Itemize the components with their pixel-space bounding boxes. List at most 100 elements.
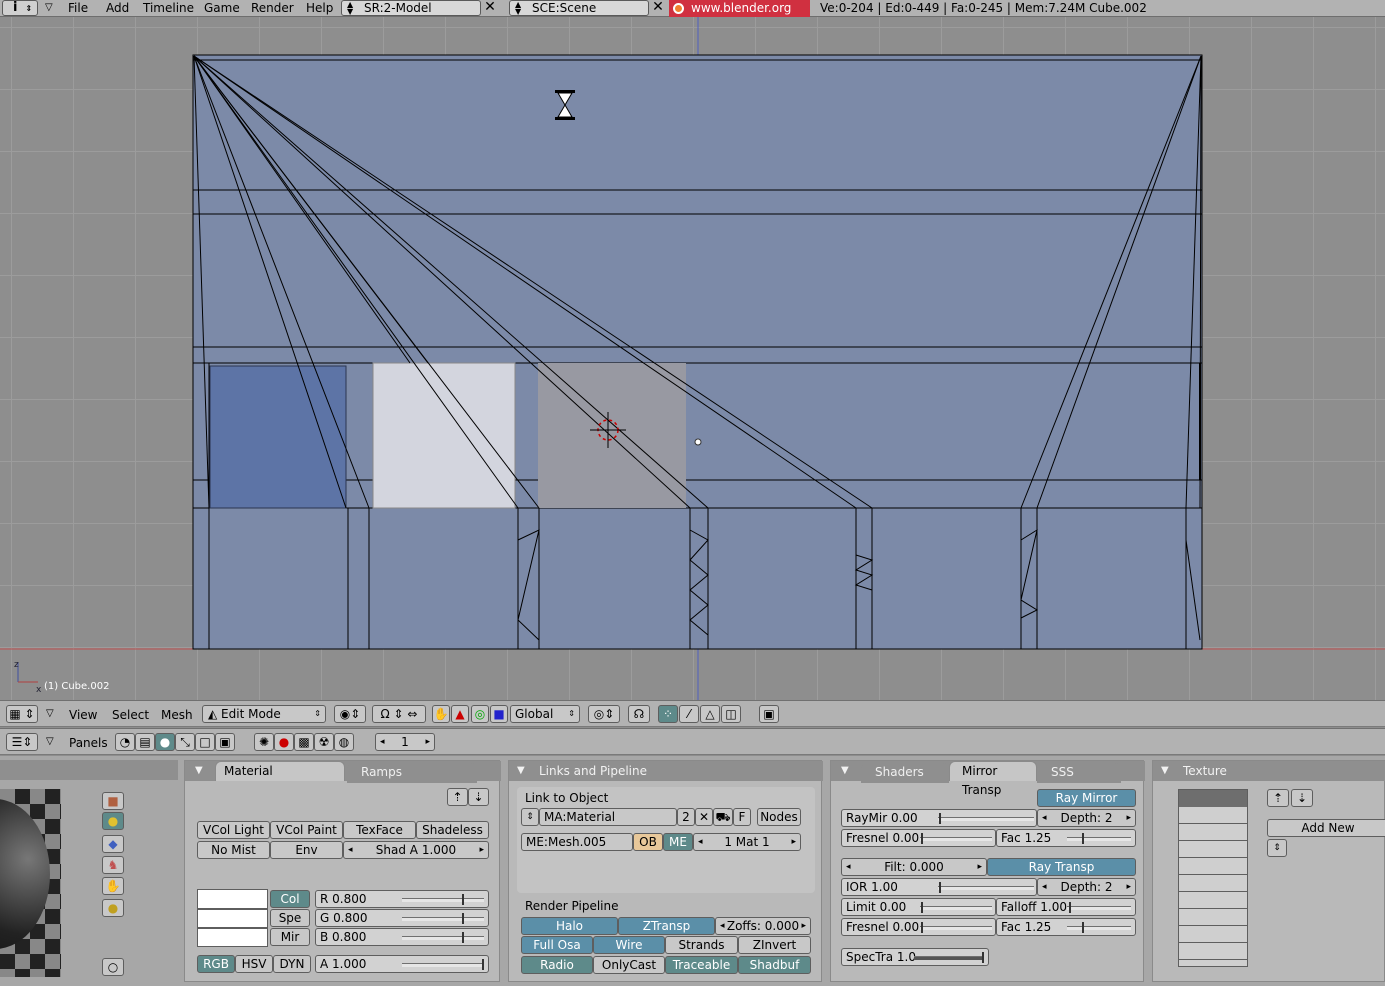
dyn-button[interactable]: DYN	[273, 955, 311, 973]
limit-slider[interactable]: Limit 0.00	[841, 898, 996, 916]
object-context-icon[interactable]: ⤡	[175, 733, 195, 751]
editing-context-icon[interactable]: □	[195, 733, 215, 751]
onlycast-button[interactable]: OnlyCast	[593, 956, 665, 974]
collapse-menu-icon[interactable]: ▽	[46, 734, 54, 750]
browse-material-icon[interactable]: ⇕	[521, 808, 539, 826]
menu-mesh[interactable]: Mesh	[161, 707, 193, 723]
a-slider[interactable]: A 1.000	[315, 955, 489, 973]
tab-material[interactable]: Material	[215, 761, 345, 781]
no-mist-button[interactable]: No Mist	[197, 841, 270, 859]
traceable-button[interactable]: Traceable	[665, 956, 738, 974]
filt-field[interactable]: ◂ Filt: 0.000 ▸	[841, 858, 987, 876]
lamp-buttons-icon[interactable]: ✺	[254, 733, 274, 751]
ior-slider[interactable]: IOR 1.00	[841, 878, 1037, 896]
script-context-icon[interactable]: ▤	[135, 733, 155, 751]
logic-context-icon[interactable]: ◔	[115, 733, 135, 751]
tab-ramps[interactable]: Ramps	[347, 763, 477, 783]
ray-mirror-button[interactable]: Ray Mirror	[1037, 789, 1136, 807]
nodes-button[interactable]: Nodes	[757, 808, 801, 826]
snap-icon[interactable]: ☊	[628, 705, 650, 723]
raymir-slider[interactable]: RayMir 0.00	[841, 809, 1037, 827]
scene-selector[interactable]: ▲ ▼ SCE:Scene	[509, 0, 649, 16]
wire-button[interactable]: Wire	[593, 936, 665, 954]
mir-button[interactable]: Mir	[270, 928, 310, 946]
texture-channel-active[interactable]	[1179, 790, 1247, 807]
fresnel-transp-slider[interactable]: Fresnel 0.00	[841, 918, 996, 936]
browse-texture-icon[interactable]: ⇕	[1267, 839, 1287, 857]
rgb-button[interactable]: RGB	[197, 955, 235, 973]
material-index-field[interactable]: ◂ 1 Mat 1 ▸	[693, 833, 801, 851]
radio-button[interactable]: Radio	[521, 956, 593, 974]
fake-user-button[interactable]: F	[733, 808, 751, 826]
zinvert-button[interactable]: ZInvert	[738, 936, 811, 954]
material-users-count[interactable]: 2	[677, 808, 695, 826]
proportional-edit-icon[interactable]: ◎⇕	[588, 705, 620, 723]
tab-mirror-transp[interactable]: Mirror Transp	[949, 761, 1037, 797]
mode-selector[interactable]: ◭ Edit Mode ⇕	[202, 705, 326, 723]
vertex-select-icon[interactable]: ⁘	[658, 705, 678, 723]
menu-game[interactable]: Game	[204, 0, 240, 17]
shading-context-icon[interactable]: ●	[155, 733, 175, 751]
ray-transp-button[interactable]: Ray Transp	[987, 858, 1136, 876]
depth-mirror-field[interactable]: ◂ Depth: 2 ▸	[1037, 809, 1136, 827]
b-slider[interactable]: B 0.800	[315, 928, 489, 946]
occlude-geometry-icon[interactable]: ◫	[721, 705, 741, 723]
collapse-menu-icon[interactable]: ▽	[46, 706, 54, 722]
spe-swatch[interactable]	[197, 909, 268, 928]
menu-render[interactable]: Render	[251, 0, 294, 17]
col-button[interactable]: Col	[270, 890, 310, 908]
texface-button[interactable]: TexFace	[343, 821, 416, 839]
unlink-icon[interactable]: ✕	[695, 808, 713, 826]
add-new-texture-button[interactable]: Add New	[1267, 819, 1385, 837]
mesh-name-field[interactable]: ME:Mesh.005	[521, 833, 633, 851]
edge-select-icon[interactable]: ⁄	[679, 705, 699, 723]
menu-file[interactable]: File	[68, 0, 88, 17]
paste-down-icon[interactable]: ⇣	[468, 788, 489, 806]
close-icon[interactable]: ✕	[649, 0, 667, 16]
texture-channel-list[interactable]	[1178, 789, 1248, 967]
spe-button[interactable]: Spe	[270, 909, 310, 927]
preview-render-icon[interactable]: ○	[102, 958, 124, 976]
preview-sky-icon[interactable]: ●	[102, 899, 124, 917]
close-icon[interactable]: ✕	[481, 0, 499, 16]
translate-manipulator-icon[interactable]: ▲	[451, 705, 469, 723]
scene-context-icon[interactable]: ▣	[215, 733, 235, 751]
hsv-button[interactable]: HSV	[235, 955, 273, 973]
editor-type-buttons-icon[interactable]: ☰⇕	[6, 733, 38, 751]
env-button[interactable]: Env	[270, 841, 343, 859]
falloff-slider[interactable]: Falloff 1.00	[996, 898, 1136, 916]
copy-up-icon[interactable]: ⇡	[1267, 789, 1289, 807]
me-button[interactable]: ME	[663, 833, 693, 851]
material-name-field[interactable]: MA:Material	[539, 808, 677, 826]
menu-timeline[interactable]: Timeline	[143, 0, 194, 17]
radiosity-buttons-icon[interactable]: ☢	[314, 733, 334, 751]
face-select-icon[interactable]: △	[700, 705, 720, 723]
ztransp-button[interactable]: ZTransp	[618, 917, 715, 935]
g-slider[interactable]: G 0.800	[315, 909, 489, 927]
menu-add[interactable]: Add	[106, 0, 129, 17]
vcol-paint-button[interactable]: VCol Paint	[270, 821, 343, 839]
draw-type-icon[interactable]: ◉⇕	[334, 705, 366, 723]
preview-cube-icon[interactable]: ◆	[102, 835, 124, 853]
ob-button[interactable]: OB	[633, 833, 663, 851]
tab-sss[interactable]: SSS	[1037, 763, 1121, 783]
copy-up-icon[interactable]: ⇡	[447, 788, 468, 806]
full-osa-button[interactable]: Full Osa	[521, 936, 593, 954]
preview-sphere-icon[interactable]: ●	[102, 812, 124, 830]
texture-buttons-icon[interactable]: ▩	[294, 733, 314, 751]
fresnel-mirror-slider[interactable]: Fresnel 0.00	[841, 829, 996, 847]
collapse-triangle-icon[interactable]: ▼	[517, 761, 525, 781]
preview-hair-icon[interactable]: ✋	[102, 877, 124, 895]
menu-view[interactable]: View	[69, 707, 97, 723]
world-buttons-icon[interactable]: ◍	[334, 733, 354, 751]
shad-a-field[interactable]: ◂ Shad A 1.000 ▸	[343, 841, 489, 859]
zoffs-field[interactable]: ◂ Zoffs: 0.000 ▸	[715, 917, 811, 935]
r-slider[interactable]: R 0.800	[315, 890, 489, 908]
render-preview-icon[interactable]: ▣	[759, 705, 779, 723]
collapse-menu-icon[interactable]: ▽	[45, 2, 53, 13]
shadbuf-button[interactable]: Shadbuf	[738, 956, 811, 974]
scale-manipulator-icon[interactable]: ■	[490, 705, 508, 723]
frame-number-field[interactable]: ◂ 1 ▸	[375, 733, 435, 751]
menu-help[interactable]: Help	[306, 0, 333, 17]
info-icon[interactable]: i ⇕	[2, 0, 38, 16]
